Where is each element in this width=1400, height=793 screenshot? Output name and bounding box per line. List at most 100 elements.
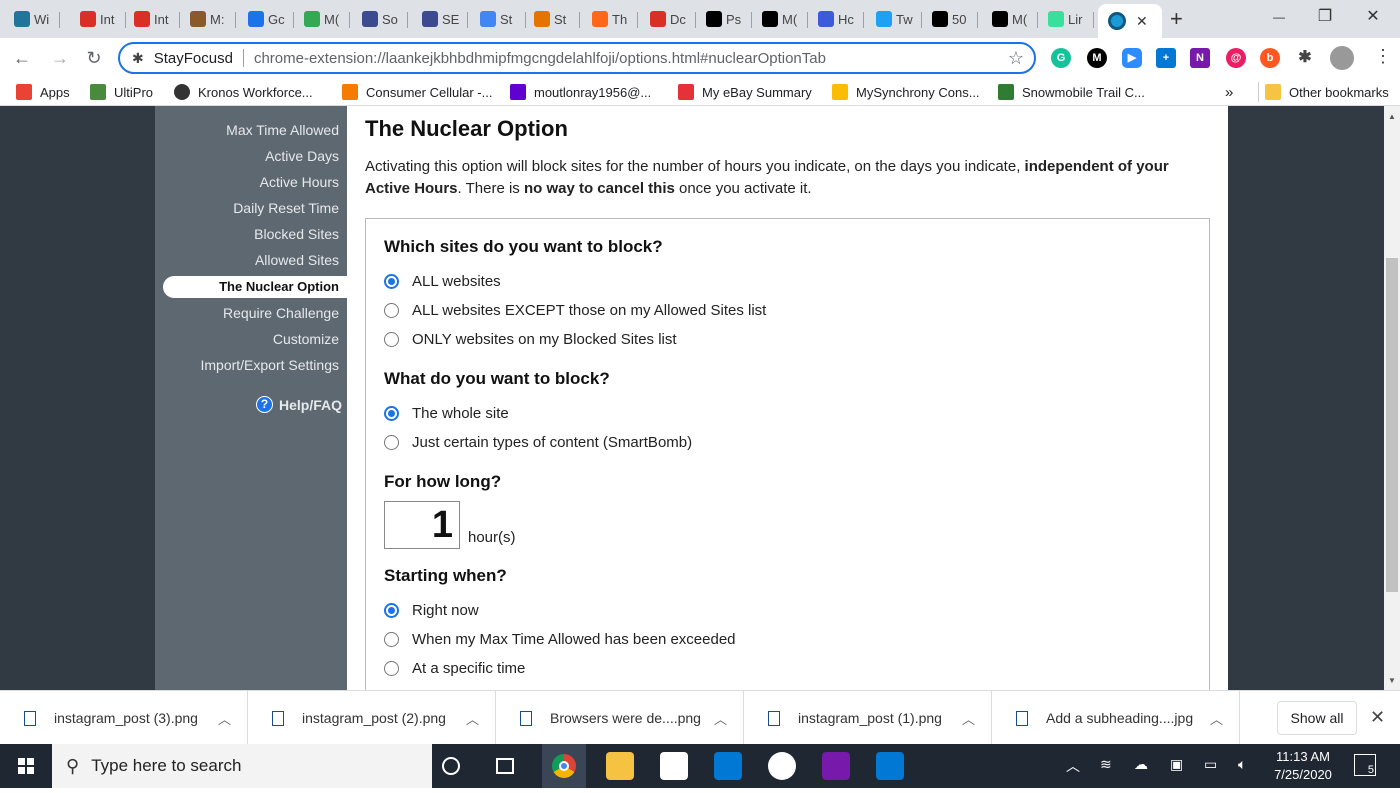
tab-15[interactable]: Tw — [870, 4, 922, 34]
reload-button[interactable]: ↻ — [80, 44, 108, 72]
system-clock[interactable]: 11:13 AM 7/25/2020 — [1262, 748, 1344, 784]
photos-icon[interactable] — [876, 752, 904, 780]
bookmark-6[interactable]: MySynchrony Cons... — [832, 82, 980, 102]
device-icon[interactable]: ▣ — [1170, 756, 1183, 773]
grammarly-icon[interactable]: G — [1051, 48, 1071, 68]
radio-button[interactable] — [384, 302, 399, 318]
show-hidden-icons[interactable]: ︿ — [1066, 756, 1080, 776]
restore-button[interactable]: ❐ — [1302, 4, 1348, 30]
bookmark-star-icon[interactable]: ☆ — [1008, 48, 1024, 69]
hours-input[interactable]: 1 — [384, 501, 460, 549]
radio-option[interactable]: ALL websites — [384, 271, 501, 291]
sidebar-item-import-export-settings[interactable]: Import/Export Settings — [155, 357, 339, 373]
store-icon[interactable] — [660, 752, 688, 780]
scroll-up-icon[interactable]: ▲ — [1388, 112, 1396, 121]
scrollbar-thumb[interactable] — [1386, 258, 1398, 592]
tab-0[interactable]: Wi — [8, 4, 60, 34]
forward-button[interactable]: → — [46, 44, 74, 72]
radio-button[interactable] — [384, 602, 399, 618]
notification-icon[interactable]: @ — [1226, 48, 1246, 68]
tab-2[interactable]: Int — [128, 4, 180, 34]
wifi-icon[interactable]: ≋ — [1100, 756, 1112, 773]
radio-button[interactable] — [384, 331, 399, 347]
bookmark-5[interactable]: My eBay Summary — [678, 82, 812, 102]
address-bar[interactable]: ✱ StayFocusd chrome-extension://laankejk… — [118, 42, 1036, 74]
tab-11[interactable]: Dc — [644, 4, 696, 34]
mail-icon[interactable] — [714, 752, 742, 780]
other-bookmarks[interactable]: Other bookmarks — [1258, 82, 1389, 102]
bookmark-2[interactable]: Kronos Workforce... — [174, 82, 313, 102]
radio-option[interactable]: Right now — [384, 600, 479, 620]
onenote-icon[interactable]: N — [1190, 48, 1210, 68]
notifications-icon[interactable]: 5 — [1354, 754, 1376, 776]
scroll-down-icon[interactable]: ▼ — [1388, 676, 1396, 685]
tab-13[interactable]: M( — [756, 4, 808, 34]
sidebar-item-active-days[interactable]: Active Days — [155, 148, 339, 164]
tab-17[interactable]: M( — [986, 4, 1038, 34]
radio-option[interactable]: The whole site — [384, 403, 509, 423]
sidebar-item-daily-reset-time[interactable]: Daily Reset Time — [155, 200, 339, 216]
tab-close-icon[interactable]: ✕ — [1136, 13, 1148, 30]
volume-icon[interactable]: 🔈︎ — [1238, 756, 1246, 773]
active-tab[interactable]: ✕ — [1098, 4, 1162, 38]
tab-14[interactable]: Hc — [812, 4, 864, 34]
chevron-up-icon[interactable]: ︿ — [1210, 709, 1223, 728]
sidebar-item-require-challenge[interactable]: Require Challenge — [155, 305, 339, 321]
page-scrollbar[interactable]: ▲ ▼ — [1384, 106, 1400, 690]
cortana-icon[interactable] — [442, 757, 460, 775]
medium-icon[interactable]: M — [1087, 48, 1107, 68]
radio-button[interactable] — [384, 434, 399, 450]
battery-icon[interactable]: ▭ — [1204, 756, 1217, 773]
close-window-button[interactable]: ✕ — [1350, 4, 1396, 30]
sidebar-item-active-hours[interactable]: Active Hours — [155, 174, 339, 190]
chevron-up-icon[interactable]: ︿ — [218, 709, 231, 728]
extensions-puzzle-icon[interactable]: ✱ — [1295, 48, 1315, 68]
radio-option[interactable]: ALL websites EXCEPT those on my Allowed … — [384, 300, 766, 320]
sidebar-item-max-time-allowed[interactable]: Max Time Allowed — [155, 122, 339, 138]
bookmark-0[interactable]: Apps — [16, 82, 70, 102]
avatar[interactable] — [1330, 46, 1354, 70]
close-downloads-icon[interactable]: ✕ — [1370, 707, 1385, 728]
tab-8[interactable]: St — [474, 4, 526, 34]
taskbar-search-box[interactable]: ⚲ Type here to search — [52, 744, 432, 788]
download-item[interactable]: Add a subheading....jpg ︿ — [992, 691, 1240, 745]
tab-10[interactable]: Th — [586, 4, 638, 34]
chevron-up-icon[interactable]: ︿ — [466, 709, 479, 728]
file-explorer-icon[interactable] — [606, 752, 634, 780]
chrome-taskbar-icon[interactable] — [542, 744, 586, 788]
sidebar-item-allowed-sites[interactable]: Allowed Sites — [155, 252, 339, 268]
radio-button[interactable] — [384, 631, 399, 647]
sidebar-item-the-nuclear-option[interactable]: The Nuclear Option — [163, 276, 347, 298]
bookmark-7[interactable]: Snowmobile Trail C... — [998, 82, 1145, 102]
chevron-up-icon[interactable]: ︿ — [714, 709, 727, 728]
tab-18[interactable]: Lir — [1042, 4, 1094, 34]
sidebar-item-customize[interactable]: Customize — [155, 331, 339, 347]
menu-kebab-icon[interactable]: ⋮ — [1374, 46, 1392, 67]
tab-1[interactable]: Int — [74, 4, 126, 34]
radio-option[interactable]: At a specific time — [384, 658, 525, 678]
download-item[interactable]: Browsers were de....png ︿ — [496, 691, 744, 745]
plus-icon[interactable]: + — [1156, 48, 1176, 68]
tab-6[interactable]: So — [356, 4, 408, 34]
radio-button[interactable] — [384, 273, 399, 289]
radio-button[interactable] — [384, 660, 399, 676]
download-item[interactable]: instagram_post (2).png ︿ — [248, 691, 496, 745]
bookmark-4[interactable]: moutlonray1956@... — [510, 82, 651, 102]
slack-icon[interactable] — [768, 752, 796, 780]
onedrive-icon[interactable]: ☁ — [1134, 756, 1148, 773]
minimize-button[interactable]: — — [1256, 4, 1302, 30]
onenote-taskbar-icon[interactable] — [822, 752, 850, 780]
radio-button[interactable] — [384, 405, 399, 421]
zoom-icon[interactable]: ▶ — [1122, 48, 1142, 68]
show-all-button[interactable]: Show all — [1277, 701, 1357, 735]
task-view-icon[interactable] — [496, 758, 514, 774]
b-icon[interactable]: b — [1260, 48, 1280, 68]
tab-16[interactable]: 50 — [926, 4, 978, 34]
tab-9[interactable]: St — [528, 4, 580, 34]
tab-5[interactable]: M( — [298, 4, 350, 34]
tab-12[interactable]: Ps — [700, 4, 752, 34]
tab-7[interactable]: SE — [416, 4, 468, 34]
radio-option[interactable]: Just certain types of content (SmartBomb… — [384, 432, 692, 452]
bookmark-3[interactable]: Consumer Cellular -... — [342, 82, 492, 102]
bookmarks-overflow-button[interactable]: » — [1225, 82, 1233, 102]
